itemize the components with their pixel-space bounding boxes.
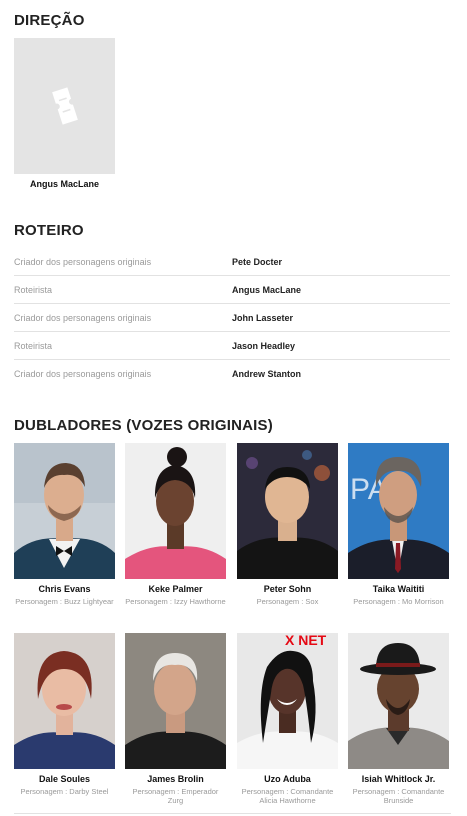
cast-card[interactable]: Peter Sohn Personagem : Sox bbox=[237, 443, 338, 606]
cast-card[interactable]: Dale Soules Personagem : Darby Steel bbox=[14, 633, 115, 796]
credit-role: Criador dos personagens originais bbox=[14, 312, 152, 323]
writing-heading: ROTEIRO bbox=[14, 222, 84, 239]
writing-credits-list: Criador dos personagens originais Pete D… bbox=[14, 248, 450, 387]
cast-character: Personagem : Darby Steel bbox=[20, 787, 109, 796]
section-divider bbox=[14, 813, 451, 814]
cast-name[interactable]: Isiah Whitlock Jr. bbox=[348, 774, 449, 784]
director-card[interactable]: Angus MacLane bbox=[14, 38, 115, 189]
cast-character: Personagem : Comandante Alicia Hawthorne bbox=[241, 787, 334, 805]
cast-card[interactable]: James Brolin Personagem : Emperador Zurg bbox=[125, 633, 226, 805]
credit-person-link[interactable]: Andrew Stanton bbox=[232, 369, 301, 379]
cast-character: Personagem : Emperador Zurg bbox=[132, 787, 219, 805]
cast-card[interactable]: Chris Evans Personagem : Buzz Lightyear bbox=[14, 443, 115, 606]
credit-person-link[interactable]: John Lasseter bbox=[232, 313, 293, 323]
cast-name[interactable]: Uzo Aduba bbox=[237, 774, 338, 784]
cast-card[interactable]: PA Taika Waititi Personagem : Mo Morriso… bbox=[348, 443, 449, 606]
director-photo-placeholder[interactable] bbox=[14, 38, 115, 174]
cast-name[interactable]: Keke Palmer bbox=[125, 584, 226, 594]
cast-name[interactable]: Chris Evans bbox=[14, 584, 115, 594]
cast-photo[interactable] bbox=[348, 633, 449, 769]
credit-row: Criador dos personagens originais Pete D… bbox=[14, 248, 450, 276]
director-name[interactable]: Angus MacLane bbox=[14, 179, 115, 189]
cast-name[interactable]: Dale Soules bbox=[14, 774, 115, 784]
cast-heading: DUBLADORES (VOZES ORIGINAIS) bbox=[14, 417, 273, 434]
credit-role: Roteirista bbox=[14, 284, 53, 295]
cast-name[interactable]: Peter Sohn bbox=[237, 584, 338, 594]
ticket-icon bbox=[52, 87, 78, 125]
cast-photo[interactable] bbox=[125, 443, 226, 579]
cast-photo[interactable] bbox=[14, 443, 115, 579]
cast-character: Personagem : Sox bbox=[256, 597, 319, 606]
cast-character: Personagem : Mo Morrison bbox=[353, 597, 444, 606]
cast-photo[interactable] bbox=[125, 633, 226, 769]
credit-row: Criador dos personagens originais Andrew… bbox=[14, 360, 450, 387]
cast-card[interactable]: Keke Palmer Personagem : Izzy Hawthorne bbox=[125, 443, 226, 606]
direction-heading: DIREÇÃO bbox=[14, 12, 85, 29]
cast-photo[interactable]: PA bbox=[348, 443, 449, 579]
cast-photo[interactable] bbox=[14, 633, 115, 769]
cast-character: Personagem : Izzy Hawthorne bbox=[125, 597, 226, 606]
cast-name[interactable]: Taika Waititi bbox=[348, 584, 449, 594]
cast-photo[interactable]: X NET bbox=[237, 633, 338, 769]
credit-row: Criador dos personagens originais John L… bbox=[14, 304, 450, 332]
credit-row: Roteirista Angus MacLane bbox=[14, 276, 450, 304]
cast-card[interactable]: X NET Uzo Aduba Personagem : Comandante … bbox=[237, 633, 338, 805]
cast-character: Personagem : Buzz Lightyear bbox=[15, 597, 114, 606]
svg-text:X NET: X NET bbox=[285, 633, 327, 648]
credit-row: Roteirista Jason Headley bbox=[14, 332, 450, 360]
credit-role: Roteirista bbox=[14, 340, 53, 351]
credit-role: Criador dos personagens originais bbox=[14, 368, 152, 379]
credit-person-link[interactable]: Angus MacLane bbox=[232, 285, 301, 295]
credit-person-link[interactable]: Jason Headley bbox=[232, 341, 295, 351]
credit-role: Criador dos personagens originais bbox=[14, 256, 152, 267]
cast-photo[interactable] bbox=[237, 443, 338, 579]
credit-person-link[interactable]: Pete Docter bbox=[232, 257, 282, 267]
cast-name[interactable]: James Brolin bbox=[125, 774, 226, 784]
cast-character: Personagem : Comandante Brunside bbox=[352, 787, 445, 805]
cast-card[interactable]: Isiah Whitlock Jr. Personagem : Comandan… bbox=[348, 633, 449, 805]
